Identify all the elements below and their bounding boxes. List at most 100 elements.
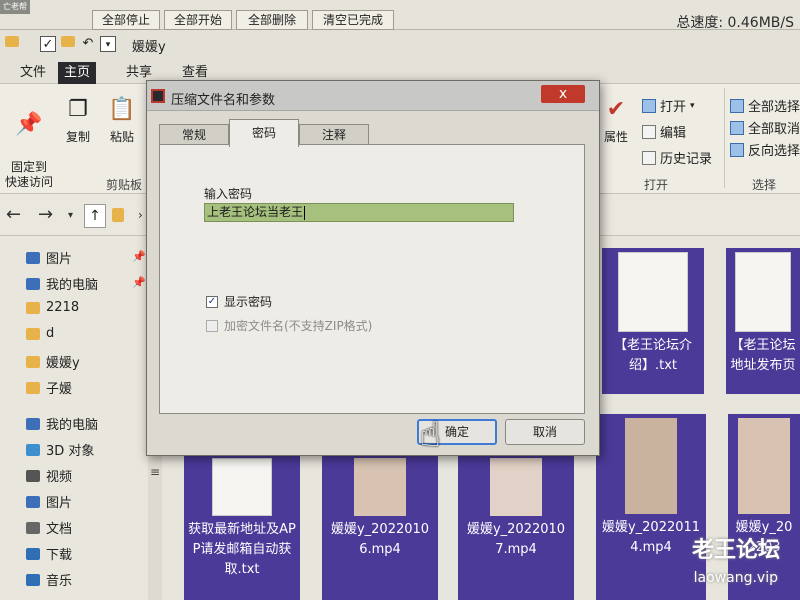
open-label: 打开 — [660, 100, 687, 115]
file-name: 媛媛y_20220107.mp4 — [466, 522, 566, 557]
clipboard-group-label: 剪贴板 — [106, 178, 143, 192]
open-group-label: 打开 — [644, 178, 669, 192]
close-icon: x — [558, 86, 568, 102]
sidebar-item-label: 图片 — [46, 252, 73, 267]
pin-icon[interactable]: 📌 — [132, 276, 146, 289]
sidebar-item[interactable]: 我的电脑 — [26, 414, 98, 433]
sidebar-item-label: 音乐 — [46, 574, 73, 589]
tab-file[interactable]: 文件 — [14, 62, 52, 84]
tab-password[interactable]: 密码 — [229, 119, 299, 147]
sidebar-item-label: 2218 — [46, 300, 80, 315]
properties-qa-icon[interactable]: ✓ — [40, 36, 56, 52]
show-password-option[interactable]: ✓ 显示密码 — [206, 293, 272, 310]
copy-icon: ❐ — [68, 97, 88, 122]
watermark-url: laowang.vip — [693, 570, 778, 586]
breadcrumb-chevron-icon[interactable]: › — [138, 208, 143, 222]
forward-arrow-icon[interactable]: → — [38, 204, 53, 225]
sidebar-item[interactable]: 视频 — [26, 466, 72, 485]
delete-all-button[interactable]: 全部删除 — [236, 10, 308, 30]
folder-icon — [26, 327, 40, 340]
invert-selection-button[interactable]: 反向选择 — [730, 140, 800, 159]
window-title: 媛媛y — [132, 40, 166, 55]
sidebar-item-label: 媛媛y — [46, 356, 80, 371]
text-file-icon — [618, 252, 688, 332]
document-icon — [26, 521, 40, 534]
file-name: 【老王论坛介绍】.txt — [613, 338, 692, 373]
invert-selection-icon — [730, 142, 744, 157]
pin-quick-access-button[interactable]: 📌 固定到 快速访问 — [2, 96, 56, 190]
password-input[interactable]: 上老王论坛当老王 — [204, 203, 514, 222]
history-button[interactable]: 历史记录 — [642, 148, 712, 167]
tab-home[interactable]: 主页 — [58, 62, 97, 84]
folder-icon — [26, 381, 40, 394]
sidebar-item[interactable]: 文档 — [26, 518, 72, 537]
sidebar-item[interactable]: 下载 — [26, 544, 72, 563]
hand-cursor-icon: ☝ — [420, 415, 441, 455]
up-arrow-icon[interactable]: ↑ — [84, 204, 106, 228]
properties-button[interactable]: ✔ 属性 — [598, 96, 634, 145]
edit-button[interactable]: 编辑 — [642, 122, 686, 141]
sidebar-item[interactable]: 音乐 — [26, 570, 72, 589]
video-thumbnail — [490, 458, 542, 516]
sidebar-item[interactable]: 图片 — [26, 492, 72, 511]
back-arrow-icon[interactable]: ← — [6, 204, 21, 225]
clear-completed-button[interactable]: 清空已完成 — [312, 10, 394, 30]
file-tile[interactable]: 【老王论坛介绍】.txt — [602, 248, 704, 394]
tab-general[interactable]: 常规 — [159, 124, 229, 146]
dialog-titlebar[interactable]: 压缩文件名和参数 x — [147, 81, 599, 111]
edit-label: 编辑 — [660, 126, 687, 141]
sidebar-item[interactable]: 我的电脑 — [26, 274, 98, 293]
tab-comment[interactable]: 注释 — [299, 124, 369, 146]
copy-button[interactable]: ❐ 复制 — [60, 96, 96, 145]
encrypt-filenames-label: 加密文件名(不支持ZIP格式) — [224, 319, 373, 333]
file-tile[interactable]: 获取最新地址及APP请发邮箱自动获取.txt — [184, 454, 300, 600]
chevron-down-icon: ▾ — [690, 100, 695, 111]
text-file-icon — [212, 458, 272, 516]
file-tile[interactable]: 媛媛y_20220107.mp4 — [458, 454, 574, 600]
checkmark-icon: ✔ — [606, 97, 626, 122]
new-folder-qa-icon[interactable] — [60, 36, 76, 52]
password-panel: 输入密码 上老王论坛当老王 ✓ 显示密码 加密文件名(不支持ZIP格式) — [159, 144, 585, 414]
select-none-button[interactable]: 全部取消 — [730, 118, 800, 137]
copy-label: 复制 — [65, 130, 90, 144]
cube-icon — [26, 443, 40, 456]
sidebar-item[interactable]: 2218 — [26, 300, 79, 315]
sidebar-item[interactable]: 图片 — [26, 248, 72, 267]
close-button[interactable]: x — [541, 85, 585, 103]
paste-button[interactable]: 📋 粘贴 — [104, 96, 140, 145]
stop-all-button[interactable]: 全部停止 — [92, 10, 160, 30]
password-value: 上老王论坛当老王 — [207, 205, 304, 219]
paste-label: 粘贴 — [109, 130, 134, 144]
sidebar-item-label: 子媛 — [46, 382, 73, 397]
undo-icon[interactable]: ↶ — [80, 36, 96, 52]
select-group-label: 选择 — [752, 178, 777, 192]
show-password-checkbox[interactable]: ✓ — [206, 295, 218, 308]
cancel-button[interactable]: 取消 — [505, 419, 585, 445]
sidebar-item[interactable]: 子媛 — [26, 378, 72, 397]
sidebar-item-label: d — [46, 326, 55, 341]
customize-qa-icon[interactable]: ▾ — [100, 36, 116, 52]
sidebar-item[interactable]: 3D 对象 — [26, 440, 94, 459]
quick-access-toolbar: ✓ ↶ ▾ — [4, 34, 120, 54]
file-tile[interactable]: 【老王论坛地址发布页 — [726, 248, 800, 394]
sidebar-item[interactable]: d — [26, 326, 54, 341]
folder-icon — [112, 206, 124, 227]
start-all-button[interactable]: 全部开始 — [164, 10, 232, 30]
sidebar-item-label: 3D 对象 — [46, 444, 95, 459]
file-name: 媛媛y_20220106.mp4 — [330, 522, 430, 557]
recent-chevron-icon[interactable]: ▾ — [68, 210, 73, 221]
select-all-button[interactable]: 全部选择 — [730, 96, 800, 115]
sidebar-item[interactable]: 媛媛y — [26, 352, 80, 371]
file-tile[interactable]: 媛媛y_20220106.mp4 — [322, 454, 438, 600]
picture-icon — [26, 251, 40, 264]
file-tile[interactable]: 媛媛y_20220114.mp4 — [596, 414, 706, 600]
scroll-grip-icon[interactable]: ≡ — [150, 465, 160, 479]
explorer-titlebar — [0, 30, 800, 58]
folder-icon — [26, 355, 40, 368]
computer-icon — [26, 417, 40, 430]
video-icon — [26, 469, 40, 482]
file-name: 【老王论坛地址发布页 — [730, 338, 796, 373]
pin-icon[interactable]: 📌 — [132, 250, 146, 263]
open-button[interactable]: 打开 ▾ — [642, 96, 695, 115]
archive-app-icon — [151, 89, 165, 103]
